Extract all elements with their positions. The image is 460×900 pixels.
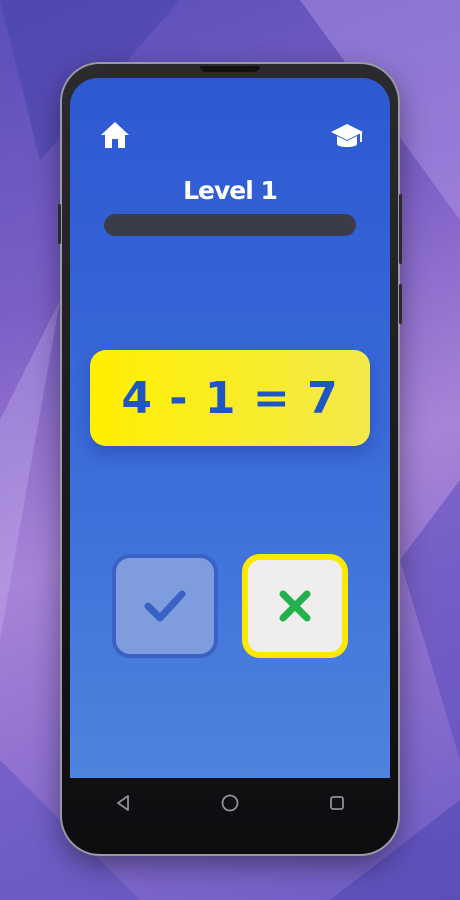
checkmark-icon [144, 590, 186, 622]
graduation-cap-icon [331, 124, 363, 147]
home-circle-icon [221, 794, 239, 812]
phone-side-button [399, 194, 402, 264]
recents-square-icon [329, 796, 344, 810]
system-recents-button[interactable] [317, 783, 357, 823]
learn-button[interactable] [328, 120, 366, 152]
system-back-button[interactable] [103, 783, 143, 823]
level-title: Level 1 [183, 176, 278, 205]
phone-notch [200, 66, 260, 72]
back-triangle-icon [117, 795, 130, 811]
app-screen: Level 1 4 - 1 = 7 [70, 78, 390, 778]
equation-text: 4 - 1 = 7 [121, 372, 339, 424]
home-icon [101, 122, 129, 148]
level-progress-bar [104, 214, 356, 236]
system-home-button[interactable] [210, 783, 250, 823]
home-button[interactable] [98, 118, 132, 152]
system-navigation-bar [70, 778, 390, 828]
phone-frame: Level 1 4 - 1 = 7 [58, 64, 402, 854]
equation-card: 4 - 1 = 7 [90, 350, 370, 446]
phone-side-button [58, 204, 61, 244]
phone-side-button [399, 284, 402, 324]
false-answer-button[interactable] [242, 554, 348, 658]
cross-icon [279, 590, 311, 622]
true-answer-button[interactable] [112, 554, 218, 658]
